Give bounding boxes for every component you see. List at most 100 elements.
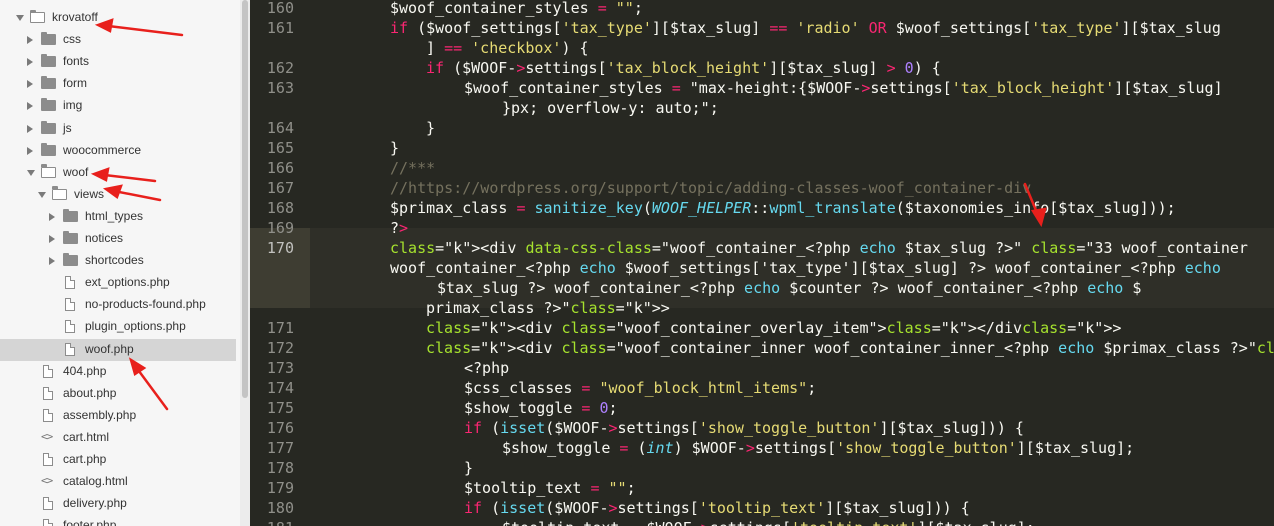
code-line[interactable]: $show_toggle = (int) $WOOF->settings['sh… (502, 438, 1134, 458)
code-line[interactable]: } (390, 138, 399, 158)
sidebar-item-label: ext_options.php (85, 275, 170, 290)
sidebar-item-delivery-php[interactable]: delivery.php (0, 493, 236, 515)
code-line[interactable]: <?php (464, 358, 509, 378)
code-line[interactable]: $tax_slug ?> woof_container_<?php echo $… (437, 278, 1141, 298)
code-line[interactable]: if (isset($WOOF->settings['show_toggle_b… (464, 418, 1024, 438)
sidebar-item-label: about.php (63, 385, 117, 400)
sidebar-item-img[interactable]: img (0, 95, 236, 117)
sidebar-item-woof[interactable]: woof (0, 162, 236, 184)
folder-open-icon (40, 164, 56, 178)
code-line[interactable]: //https://wordpress.org/support/topic/ad… (390, 178, 1031, 198)
code-line[interactable]: $show_toggle = 0; (464, 398, 618, 418)
code-line[interactable]: woof_container_<?php echo $woof_settings… (390, 258, 1221, 278)
code-line[interactable]: }px; overflow-y: auto;"; (502, 98, 719, 118)
sidebar-item-label: delivery.php (63, 496, 127, 511)
sidebar-item-catalog-html[interactable]: <> catalog.html (0, 471, 236, 493)
sidebar-item-footer-php[interactable]: footer.php (0, 515, 236, 526)
line-number: 176 (266, 419, 294, 437)
sidebar-item-label: plugin_options.php (85, 319, 186, 334)
sidebar-item-form[interactable]: form (0, 73, 236, 95)
sidebar-item-woocommerce[interactable]: woocommerce (0, 140, 236, 162)
line-number (250, 298, 294, 318)
chevron-down-icon[interactable] (27, 169, 35, 176)
sidebar-item-views[interactable]: views (0, 184, 236, 206)
code-line[interactable]: class="k"><div data-css-class="woof_cont… (390, 238, 1248, 258)
line-number: 177 (266, 439, 294, 457)
folder-icon (41, 120, 56, 134)
code-line[interactable]: } (464, 458, 473, 478)
code-line[interactable]: if ($woof_settings['tax_type'][$tax_slug… (390, 18, 1221, 38)
line-number: 178 (266, 459, 294, 477)
code-line[interactable]: $woof_container_styles = "max-height:{$W… (464, 78, 1223, 98)
file-icon (43, 453, 53, 466)
code-line[interactable]: //*** (390, 158, 435, 178)
sidebar-item-label: assembly.php (63, 407, 137, 422)
line-number: 161 (266, 19, 294, 37)
folder-icon (63, 208, 78, 222)
code-line[interactable]: $woof_container_styles = ""; (390, 0, 643, 18)
chevron-right-icon[interactable] (49, 212, 55, 221)
code-line[interactable]: class="k"><div class="woof_container_ove… (426, 318, 1121, 338)
code-line[interactable]: ] == 'checkbox') { (426, 38, 589, 58)
folder-icon (41, 32, 56, 46)
chevron-right-icon[interactable] (27, 146, 33, 155)
code-line[interactable]: primax_class ?>"class="k">> (426, 298, 670, 318)
chevron-right-icon[interactable] (49, 235, 55, 243)
line-number (250, 278, 294, 298)
code-line[interactable]: $tooltip_text = $WOOF->settings['tooltip… (502, 518, 1035, 526)
chevron-right-icon[interactable] (27, 102, 33, 111)
sidebar-item-404-php[interactable]: 404.php (0, 361, 236, 383)
sidebar-item-ext-options-php[interactable]: ext_options.php (0, 272, 236, 294)
sidebar-item-assembly-php[interactable]: assembly.php (0, 405, 236, 427)
code-line[interactable]: $tooltip_text = ""; (464, 478, 636, 498)
sidebar-item-krovatoff[interactable]: krovatoff (0, 7, 236, 29)
folder-open-icon (29, 9, 45, 23)
code-line[interactable]: $primax_class = sanitize_key(WOOF_HELPER… (390, 198, 1176, 218)
sidebar-item-label: no-products-found.php (85, 297, 206, 312)
code-line[interactable]: } (426, 118, 435, 138)
sidebar-item-cart-html[interactable]: <> cart.html (0, 427, 236, 449)
sidebar-item-label: woocommerce (63, 142, 142, 157)
sidebar-item-label: woof.php (85, 341, 134, 356)
sidebar-scrollbar[interactable] (240, 0, 250, 526)
sidebar-item-label: js (63, 120, 72, 135)
sidebar-item-no-products-found-php[interactable]: no-products-found.php (0, 294, 236, 316)
folder-icon (41, 54, 56, 68)
sidebar-item-label: catalog.html (63, 474, 128, 489)
sidebar-item-label: footer.php (63, 518, 117, 526)
sidebar-item-label: views (74, 186, 105, 201)
sidebar-item-about-php[interactable]: about.php (0, 383, 236, 405)
code-line[interactable]: $css_classes = "woof_block_html_items"; (464, 378, 816, 398)
chevron-right-icon[interactable] (27, 80, 33, 89)
chevron-down-icon[interactable] (38, 191, 46, 198)
sidebar-item-html-types[interactable]: html_types (0, 206, 236, 228)
sidebar-item-shortcodes[interactable]: shortcodes (0, 250, 236, 272)
sidebar-item-label: html_types (85, 208, 144, 223)
chevron-right-icon[interactable] (27, 36, 33, 45)
line-number: 166 (266, 159, 294, 177)
line-number: 167 (266, 179, 294, 197)
line-number: 174 (266, 379, 294, 397)
folder-open-icon (51, 186, 67, 200)
line-number: 180 (266, 499, 294, 517)
code-line[interactable]: if ($WOOF->settings['tax_block_height'][… (426, 58, 941, 78)
chevron-down-icon[interactable] (16, 15, 24, 21)
chevron-right-icon[interactable] (27, 58, 33, 67)
file-icon (43, 364, 53, 378)
sidebar-item-cart-php[interactable]: cart.php (0, 449, 236, 471)
sidebar-item-plugin-options-php[interactable]: plugin_options.php (0, 316, 236, 338)
sidebar-item-css[interactable]: css (0, 29, 236, 51)
sidebar-item-woof-php[interactable]: woof.php (0, 338, 236, 361)
line-number: 173 (266, 359, 294, 377)
code-line[interactable]: ?> (390, 218, 408, 238)
line-number: 172 (266, 339, 294, 357)
sidebar-scrollbar-thumb[interactable] (242, 0, 248, 398)
code-line[interactable]: class="k"><div class="woof_container_inn… (426, 338, 1274, 358)
chevron-right-icon[interactable] (27, 124, 33, 133)
code-editor[interactable]: 160 161 162 163 164 165 166 167 168 169 170 171 172 1… (250, 0, 1274, 526)
sidebar-item-fonts[interactable]: fonts (0, 51, 236, 73)
sidebar-item-js[interactable]: js (0, 118, 236, 140)
code-line[interactable]: if (isset($WOOF->settings['tooltip_text'… (464, 498, 970, 518)
sidebar-item-notices[interactable]: notices (0, 228, 236, 250)
chevron-right-icon[interactable] (49, 257, 55, 266)
